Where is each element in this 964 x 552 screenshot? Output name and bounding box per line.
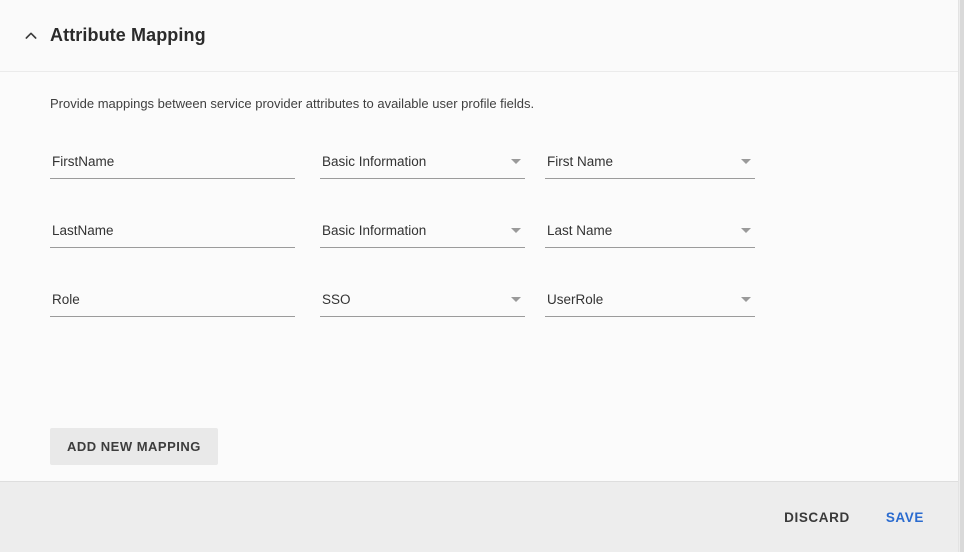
dropdown-arrow-icon xyxy=(511,159,521,164)
attribute-name-input[interactable] xyxy=(50,223,295,248)
dropdown-arrow-icon xyxy=(511,297,521,302)
category-select[interactable]: Basic Information xyxy=(320,223,525,248)
mapping-row-1: Basic Information First Name xyxy=(50,141,964,179)
profile-field-select[interactable]: First Name xyxy=(545,154,755,179)
profile-field-select-value: Last Name xyxy=(547,223,612,238)
profile-field-select[interactable]: Last Name xyxy=(545,223,755,248)
add-new-mapping-button[interactable]: ADD NEW MAPPING xyxy=(50,428,218,465)
attribute-name-input[interactable] xyxy=(50,154,295,179)
category-select[interactable]: Basic Information xyxy=(320,154,525,179)
profile-field-select[interactable]: UserRole xyxy=(545,292,755,317)
dropdown-arrow-icon xyxy=(741,159,751,164)
panel-content: Provide mappings between service provide… xyxy=(0,72,964,481)
vertical-scrollbar[interactable] xyxy=(958,0,964,552)
panel-footer: DISCARD SAVE xyxy=(0,481,964,552)
description-text: Provide mappings between service provide… xyxy=(50,96,964,111)
chevron-up-icon[interactable] xyxy=(22,27,40,45)
panel-header: Attribute Mapping xyxy=(0,0,964,72)
discard-button[interactable]: DISCARD xyxy=(784,502,850,533)
dropdown-arrow-icon xyxy=(741,228,751,233)
dropdown-arrow-icon xyxy=(741,297,751,302)
scrollbar-thumb[interactable] xyxy=(960,0,964,552)
category-select[interactable]: SSO xyxy=(320,292,525,317)
category-select-value: Basic Information xyxy=(322,223,426,238)
mapping-row-2: Basic Information Last Name xyxy=(50,210,964,248)
attribute-name-input[interactable] xyxy=(50,292,295,317)
profile-field-select-value: First Name xyxy=(547,154,613,169)
attribute-mapping-panel: Attribute Mapping Provide mappings betwe… xyxy=(0,0,964,552)
mapping-rows: Basic Information First Name Basic Infor… xyxy=(50,141,964,317)
category-select-value: Basic Information xyxy=(322,154,426,169)
category-select-value: SSO xyxy=(322,292,351,307)
dropdown-arrow-icon xyxy=(511,228,521,233)
page-title: Attribute Mapping xyxy=(50,25,206,46)
save-button[interactable]: SAVE xyxy=(886,502,924,533)
mapping-row-3: SSO UserRole xyxy=(50,279,964,317)
profile-field-select-value: UserRole xyxy=(547,292,603,307)
